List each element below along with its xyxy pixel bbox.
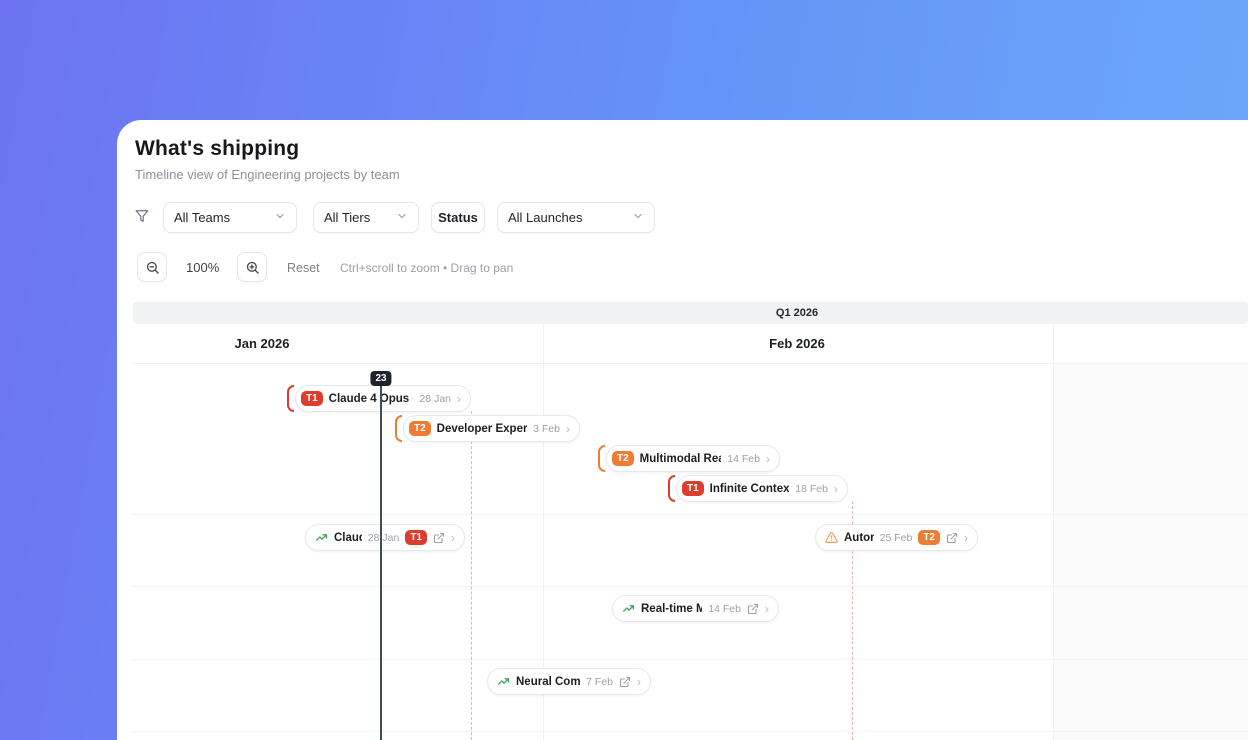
- start-bracket-icon: [287, 385, 294, 412]
- timeline[interactable]: Q1 2026 Jan 2026 Feb 2026 T1 Claude 4 Op…: [133, 302, 1248, 740]
- zoom-out-button[interactable]: [137, 252, 167, 282]
- quarter-header: [133, 302, 1248, 324]
- chevron-right-icon[interactable]: ›: [964, 532, 968, 544]
- trend-up-icon: [315, 534, 328, 541]
- tier-badge: T2: [409, 421, 431, 436]
- launches-select-value: All Launches: [508, 210, 583, 225]
- chevron-right-icon[interactable]: ›: [457, 393, 461, 405]
- lane-divider: [133, 514, 1248, 515]
- page-subtitle: Timeline view of Engineering projects by…: [135, 167, 400, 182]
- page-title: What's shipping: [135, 137, 300, 160]
- today-marker-line[interactable]: [380, 374, 382, 740]
- launch-date: 14 Feb: [708, 602, 741, 615]
- zoom-in-button[interactable]: [237, 252, 267, 282]
- external-link-icon[interactable]: [433, 532, 445, 544]
- out-of-range-shade: [1053, 363, 1248, 740]
- project-item[interactable]: T2 Developer Experie... 3 Feb ›: [395, 415, 580, 442]
- pan-zoom-hint: Ctrl+scroll to zoom • Drag to pan: [340, 261, 514, 275]
- project-end-date: 3 Feb: [533, 422, 560, 435]
- reset-button[interactable]: Reset: [287, 261, 320, 275]
- launch-item[interactable]: Real-time Multi... 14 Feb ›: [612, 595, 779, 622]
- quarter-label: Q1 2026: [775, 307, 819, 319]
- launch-item[interactable]: Neural Computer... 7 Feb ›: [487, 668, 651, 695]
- launches-select[interactable]: All Launches: [497, 202, 655, 233]
- project-end-date: 18 Feb: [795, 482, 828, 495]
- launch-date: 7 Feb: [586, 675, 613, 688]
- project-item[interactable]: T1 Infinite Context + ... 18 Feb ›: [668, 475, 848, 502]
- tier-badge: T1: [682, 481, 704, 496]
- chevron-down-icon: [632, 210, 644, 225]
- zoom-in-icon: [246, 261, 259, 274]
- chevron-down-icon: [274, 210, 286, 225]
- today-marker-badge: 23: [370, 371, 392, 386]
- launch-date: 28 Jan: [367, 531, 400, 544]
- header-divider: [133, 363, 1248, 364]
- tier-badge: T2: [918, 530, 940, 545]
- zoom-level: 100%: [186, 260, 220, 275]
- project-name: Infinite Context + ...: [709, 482, 790, 495]
- filter-bar: All Teams All Tiers Status All Launches: [117, 202, 1248, 233]
- start-bracket-icon: [668, 475, 675, 502]
- launch-name: Autonomo...: [844, 531, 874, 544]
- zoom-bar: 100% Reset Ctrl+scroll to zoom • Drag to…: [117, 252, 1248, 282]
- chevron-right-icon[interactable]: ›: [834, 483, 838, 495]
- start-bracket-icon: [598, 445, 605, 472]
- trend-up-icon: [622, 605, 635, 612]
- teams-select-value: All Teams: [174, 210, 231, 225]
- tier-badge: T2: [612, 451, 634, 466]
- tier-badge: T1: [405, 530, 427, 545]
- start-bracket-icon: [395, 415, 402, 442]
- trend-up-icon: [497, 678, 510, 685]
- lane-divider: [133, 586, 1248, 587]
- month-gridline: [1053, 324, 1054, 740]
- filter-icon: [135, 209, 149, 228]
- chevron-right-icon[interactable]: ›: [451, 532, 455, 544]
- launch-name: Real-time Multi...: [641, 602, 702, 615]
- project-item[interactable]: T2 Multimodal Real-t... 14 Feb ›: [598, 445, 780, 472]
- chevron-right-icon[interactable]: ›: [766, 453, 770, 465]
- status-button-label: Status: [438, 210, 478, 225]
- launch-name: Claude 4 ...: [334, 531, 362, 544]
- end-date-guide: [471, 411, 472, 740]
- external-link-icon[interactable]: [619, 676, 631, 688]
- main-panel: What's shipping Timeline view of Enginee…: [117, 120, 1248, 740]
- lane-divider: [133, 659, 1248, 660]
- tiers-select-value: All Tiers: [324, 210, 371, 225]
- project-name: Multimodal Real-t...: [639, 452, 722, 465]
- project-name: Claude 4 Opus + ...: [328, 392, 414, 405]
- chevron-down-icon: [396, 210, 408, 225]
- chevron-right-icon[interactable]: ›: [637, 676, 641, 688]
- project-end-date: 14 Feb: [727, 452, 760, 465]
- teams-select[interactable]: All Teams: [163, 202, 297, 233]
- lane-divider: [133, 731, 1248, 732]
- launch-date: 25 Feb: [879, 531, 913, 544]
- launch-item[interactable]: Autonomo... 25 Feb T2 ›: [815, 524, 978, 551]
- month-label-feb: Feb 2026: [769, 336, 825, 351]
- tiers-select[interactable]: All Tiers: [313, 202, 419, 233]
- external-link-icon[interactable]: [747, 603, 759, 615]
- chevron-right-icon[interactable]: ›: [566, 423, 570, 435]
- external-link-icon[interactable]: [946, 532, 958, 544]
- project-end-date: 28 Jan: [419, 392, 451, 405]
- status-button[interactable]: Status: [431, 202, 485, 233]
- launch-item[interactable]: Claude 4 ... 28 Jan T1 ›: [305, 524, 465, 551]
- zoom-out-icon: [146, 261, 159, 274]
- tier-badge: T1: [301, 391, 323, 406]
- warning-icon: [825, 532, 838, 543]
- project-name: Developer Experie...: [436, 422, 528, 435]
- chevron-right-icon[interactable]: ›: [765, 603, 769, 615]
- launch-name: Neural Computer...: [516, 675, 581, 688]
- project-item[interactable]: T1 Claude 4 Opus + ... 28 Jan ›: [287, 385, 471, 412]
- month-label-jan: Jan 2026: [234, 336, 290, 351]
